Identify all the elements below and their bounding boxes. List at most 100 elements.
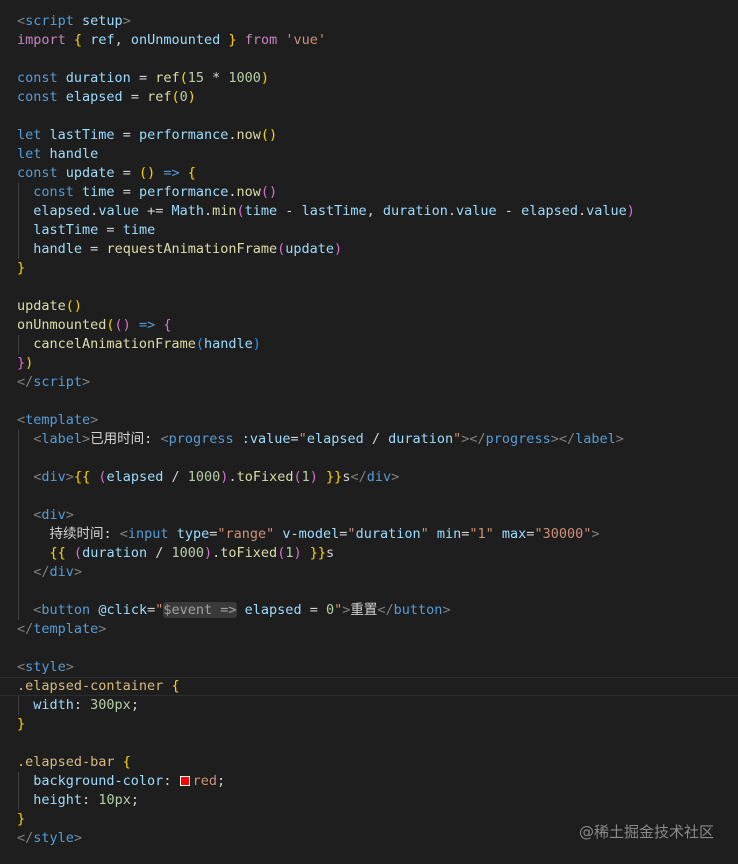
code-token: { — [163, 317, 172, 333]
code-token: { — [187, 165, 196, 181]
code-token: : — [82, 792, 99, 808]
code-token: script — [33, 374, 83, 390]
code-token: elapsed — [244, 602, 302, 618]
code-line: import { ref, onUnmounted } from 'vue' — [17, 31, 326, 50]
code-token: : — [163, 773, 180, 789]
code-line: onUnmounted(() => { — [17, 316, 172, 335]
code-token: width — [33, 697, 74, 713]
code-token: ) — [293, 545, 302, 561]
code-line: </script> — [17, 373, 90, 392]
code-token: from — [244, 32, 278, 48]
code-token: div — [41, 507, 66, 523]
code-editor[interactable]: <script setup> import { ref, onUnmounted … — [0, 0, 738, 864]
code-token: < — [160, 431, 169, 447]
code-token: label — [41, 431, 83, 447]
code-token: > — [65, 659, 74, 675]
code-line: elapsed.value += Math.min(time - lastTim… — [17, 202, 635, 221]
code-token: </ — [17, 830, 34, 846]
code-token: div — [49, 564, 74, 580]
code-token: label — [575, 431, 616, 447]
code-token: </ — [33, 564, 50, 580]
code-line: </style> — [17, 829, 82, 848]
code-token: - — [496, 203, 522, 219]
code-token: ></ — [461, 431, 486, 447]
code-line: } — [17, 810, 25, 829]
code-token: const — [17, 165, 58, 181]
code-token: = — [122, 89, 148, 105]
code-token: > — [90, 412, 99, 428]
code-line: }) — [17, 354, 33, 373]
code-token: < — [119, 526, 128, 542]
code-token: template — [33, 621, 99, 637]
code-token: time — [244, 203, 278, 219]
code-token: . — [577, 203, 587, 219]
code-token: toFixed — [220, 545, 278, 561]
code-token: requestAnimationFrame — [106, 241, 278, 257]
code-token: let — [17, 146, 42, 162]
code-token: script — [25, 13, 74, 29]
code-token: > — [391, 469, 400, 485]
code-line: </template> — [17, 620, 106, 639]
code-token: "1" — [469, 526, 494, 542]
color-swatch-icon[interactable] — [179, 776, 190, 786]
code-token: elapsed — [65, 89, 123, 105]
code-line: handle = requestAnimationFrame(update) — [17, 240, 342, 259]
code-line: <template> — [17, 411, 98, 430]
code-token: 1000 — [171, 545, 204, 561]
code-line: 持续时间: <input type="range" v-model="durat… — [17, 525, 600, 544]
code-token: } — [17, 260, 26, 276]
code-token: input — [127, 526, 169, 542]
watermark-text: @稀土掘金技术社区 — [578, 823, 714, 841]
code-token: setup — [73, 13, 123, 29]
code-line: } — [17, 259, 25, 278]
code-token: 10px — [98, 792, 131, 808]
code-token: now — [236, 184, 261, 200]
code-line: background-color: red; — [17, 772, 225, 791]
code-line: const update = () => { — [17, 164, 196, 183]
code-line: height: 10px; — [17, 791, 139, 810]
code-line: width: 300px; — [17, 696, 139, 715]
code-token: } — [17, 716, 26, 732]
code-token: ; — [130, 697, 139, 713]
code-token: 300px — [90, 697, 131, 713]
code-token: style — [33, 830, 74, 846]
code-token: @click — [90, 602, 148, 618]
code-token: max — [493, 526, 527, 542]
code-token: < — [17, 13, 26, 29]
code-token: 1000 — [187, 469, 221, 485]
code-token: </ — [17, 621, 34, 637]
code-token: elapsed — [306, 431, 364, 447]
code-token: </ — [17, 374, 34, 390]
code-token: onUnmounted — [17, 317, 107, 333]
inlay-hint: $event => — [163, 602, 237, 618]
code-token: update — [17, 298, 66, 314]
code-token: ></ — [550, 431, 576, 447]
code-token: ; — [216, 773, 226, 789]
code-token: < — [17, 412, 26, 428]
code-token: > — [82, 431, 91, 447]
code-token: > — [591, 526, 600, 542]
code-token: ) — [252, 336, 261, 352]
code-token: } — [17, 355, 26, 371]
code-token: s — [326, 545, 335, 561]
code-token: 重置 — [350, 602, 378, 618]
code-line: <button @click="$event => elapsed = 0">重… — [17, 601, 451, 620]
code-token: / — [363, 431, 389, 447]
code-token: } — [228, 32, 237, 48]
code-token: </ — [350, 469, 367, 485]
code-token: value — [98, 203, 139, 219]
code-token: > — [122, 13, 131, 29]
code-token: {{ — [49, 545, 66, 561]
code-line: <label>已用时间: <progress :value="elapsed /… — [17, 430, 624, 449]
